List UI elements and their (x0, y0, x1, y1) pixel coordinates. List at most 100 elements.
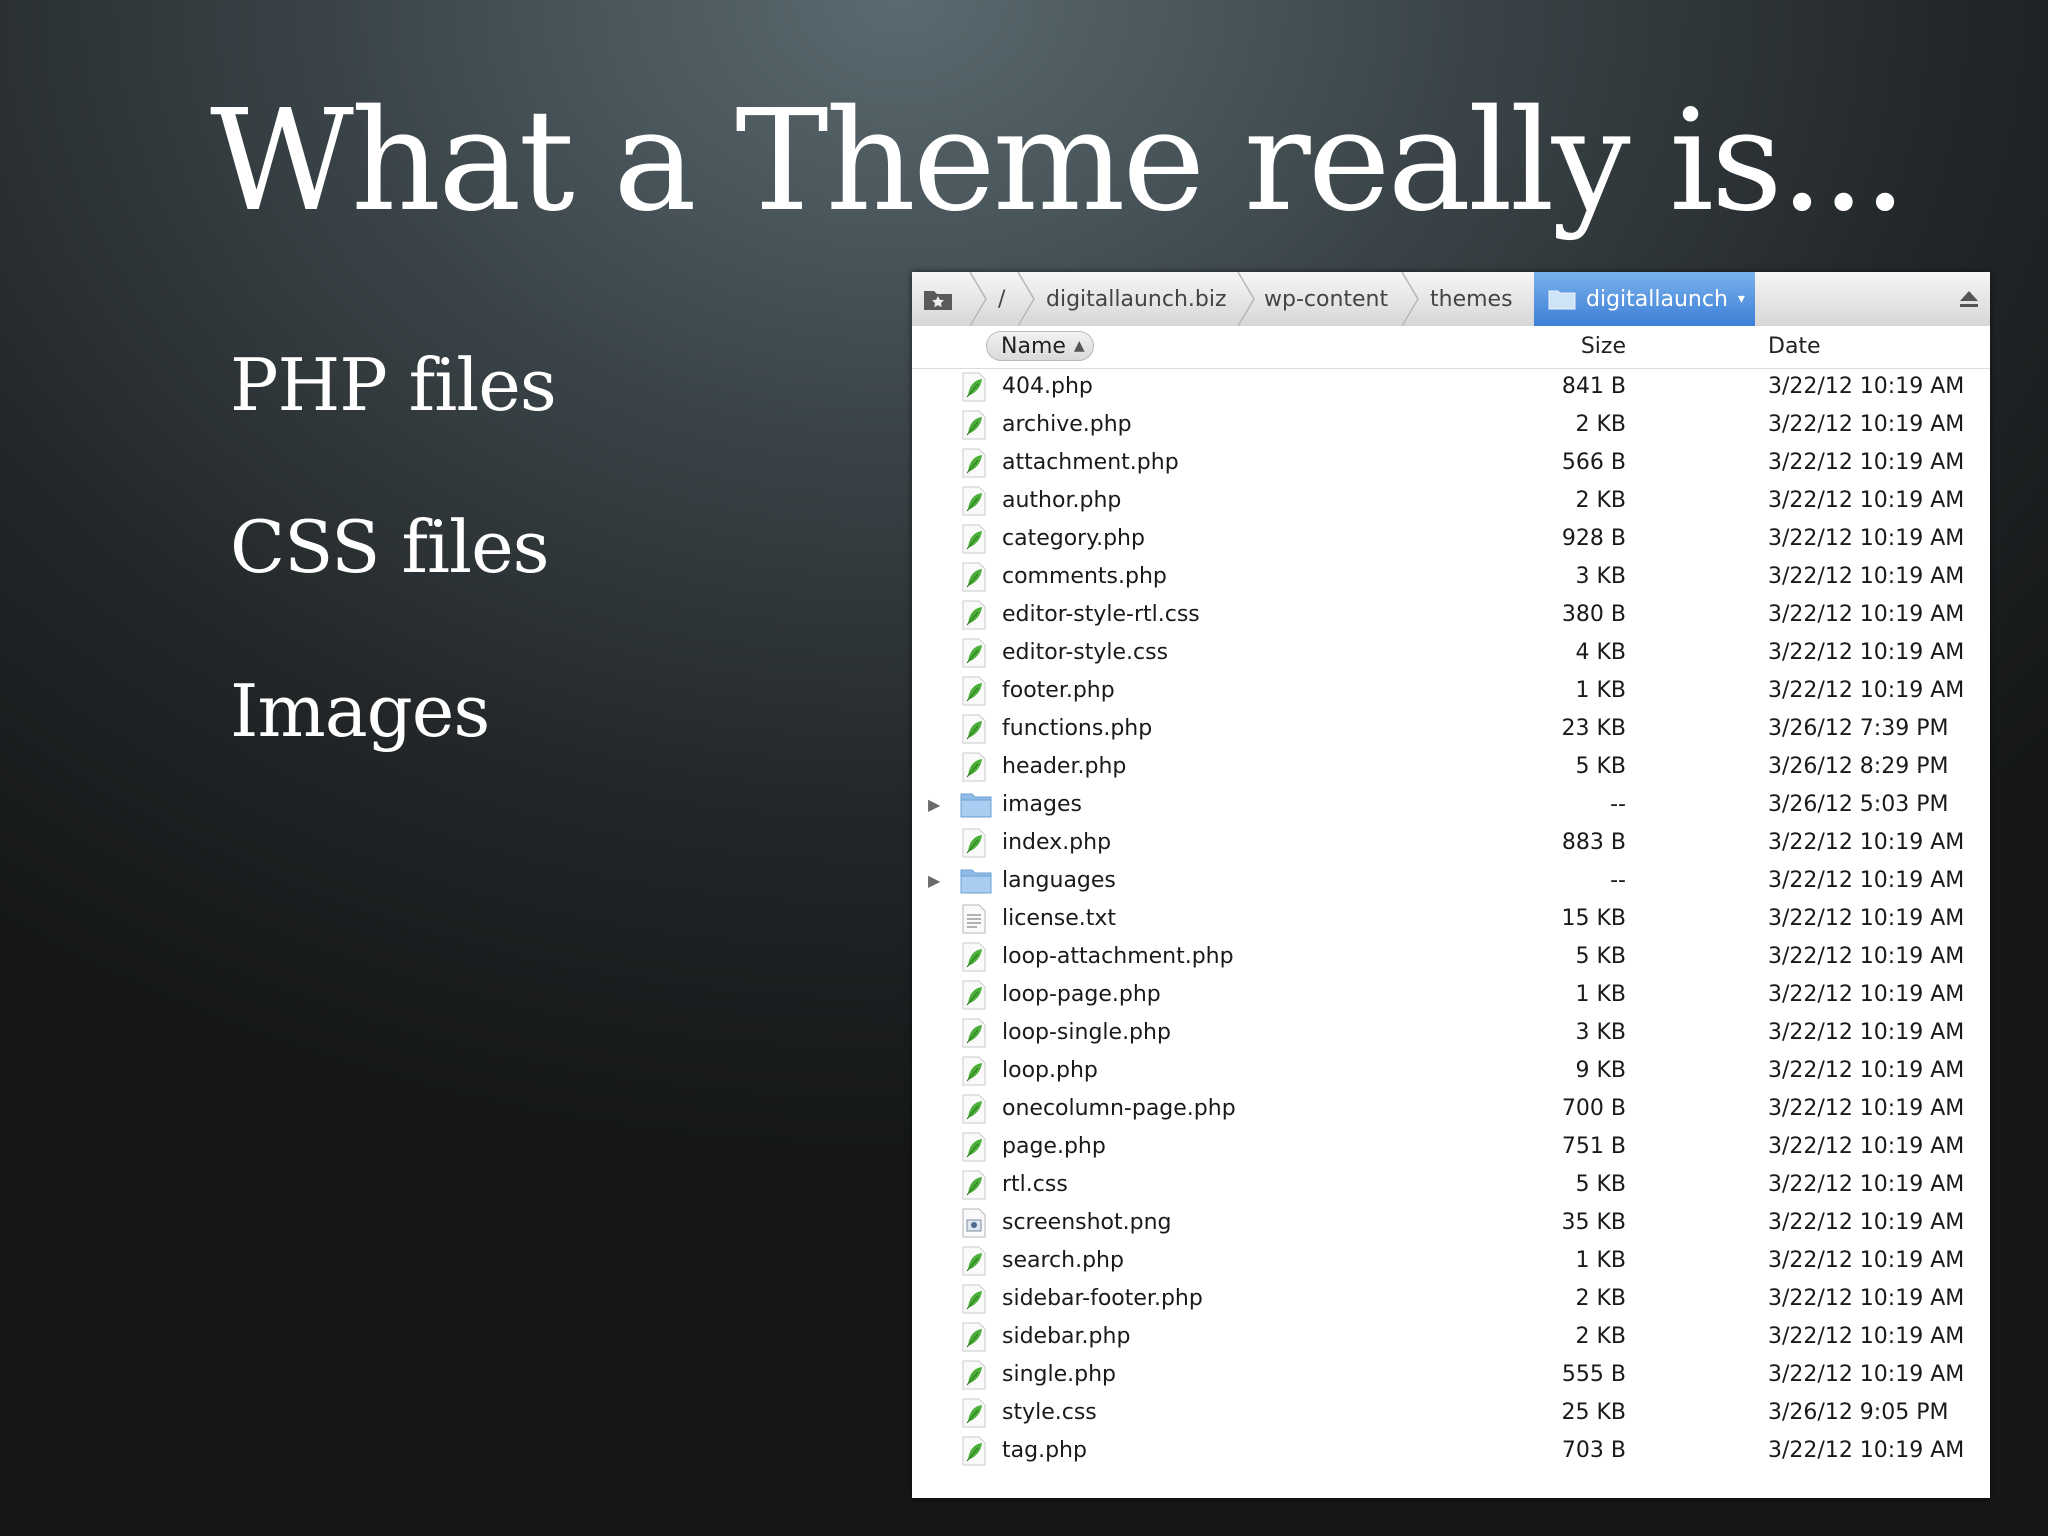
file-date: 3/22/12 10:19 AM (1768, 1438, 1965, 1463)
file-size: -- (1610, 792, 1626, 817)
file-size: 2 KB (1575, 412, 1626, 437)
file-row[interactable]: tag.php 703 B 3/22/12 10:19 AM (912, 1432, 1990, 1470)
file-row[interactable]: loop-single.php 3 KB 3/22/12 10:19 AM (912, 1014, 1990, 1052)
file-date: 3/22/12 10:19 AM (1768, 906, 1965, 931)
file-row[interactable]: loop.php 9 KB 3/22/12 10:19 AM (912, 1052, 1990, 1090)
disclosure-triangle-icon[interactable]: ▶ (928, 872, 946, 890)
file-row[interactable]: archive.php 2 KB 3/22/12 10:19 AM (912, 406, 1990, 444)
file-row[interactable]: single.php 555 B 3/22/12 10:19 AM (912, 1356, 1990, 1394)
file-size: 3 KB (1575, 1020, 1626, 1045)
php-file-icon (960, 524, 988, 554)
path-current-label: digitallaunch (1586, 286, 1728, 312)
file-date: 3/22/12 10:19 AM (1768, 602, 1965, 627)
column-name-label: Name (1001, 333, 1066, 359)
file-row[interactable]: comments.php 3 KB 3/22/12 10:19 AM (912, 558, 1990, 596)
php-file-icon (960, 1322, 988, 1352)
php-file-icon (960, 638, 988, 668)
file-row[interactable]: loop-attachment.php 5 KB 3/22/12 10:19 AM (912, 938, 1990, 976)
file-row[interactable]: style.css 25 KB 3/26/12 9:05 PM (912, 1394, 1990, 1432)
column-header: Name ▲ Size Date (912, 326, 1990, 369)
file-size: 883 B (1561, 830, 1626, 855)
file-row[interactable]: index.php 883 B 3/22/12 10:19 AM (912, 824, 1990, 862)
path-segment-root[interactable]: / (998, 272, 1005, 326)
file-name: header.php (1002, 754, 1127, 779)
file-row[interactable]: page.php 751 B 3/22/12 10:19 AM (912, 1128, 1990, 1166)
file-name: editor-style-rtl.css (1002, 602, 1200, 627)
path-segment-current[interactable]: digitallaunch ▾ (1534, 272, 1755, 326)
php-file-icon (960, 372, 988, 402)
php-file-icon (960, 1018, 988, 1048)
file-row[interactable]: sidebar-footer.php 2 KB 3/22/12 10:19 AM (912, 1280, 1990, 1318)
file-row[interactable]: ▶ languages -- 3/22/12 10:19 AM (912, 862, 1990, 900)
file-date: 3/22/12 10:19 AM (1768, 1020, 1965, 1045)
file-row[interactable]: 404.php 841 B 3/22/12 10:19 AM (912, 368, 1990, 406)
php-file-icon (960, 1436, 988, 1466)
folder-icon (960, 790, 992, 820)
file-date: 3/22/12 10:19 AM (1768, 1248, 1965, 1273)
file-name: author.php (1002, 488, 1122, 513)
favorites-button[interactable] (920, 284, 956, 314)
file-name: 404.php (1002, 374, 1093, 399)
file-name: loop.php (1002, 1058, 1098, 1083)
file-date: 3/22/12 10:19 AM (1768, 564, 1965, 589)
file-size: 9 KB (1575, 1058, 1626, 1083)
file-row[interactable]: editor-style.css 4 KB 3/22/12 10:19 AM (912, 634, 1990, 672)
path-segment-wp-content[interactable]: wp-content (1264, 272, 1388, 326)
file-row[interactable]: category.php 928 B 3/22/12 10:19 AM (912, 520, 1990, 558)
folder-icon (1548, 290, 1576, 310)
file-date: 3/22/12 10:19 AM (1768, 1210, 1965, 1235)
file-row[interactable]: screenshot.png 35 KB 3/22/12 10:19 AM (912, 1204, 1990, 1242)
file-row[interactable]: license.txt 15 KB 3/22/12 10:19 AM (912, 900, 1990, 938)
file-row[interactable]: onecolumn-page.php 700 B 3/22/12 10:19 AM (912, 1090, 1990, 1128)
column-size-header[interactable]: Size (1332, 334, 1626, 359)
file-browser: / digitallaunch.biz wp-content themes di… (912, 272, 1990, 1498)
file-name: editor-style.css (1002, 640, 1169, 665)
column-date-header[interactable]: Date (1768, 334, 1821, 359)
php-file-icon (960, 1246, 988, 1276)
file-date: 3/26/12 7:39 PM (1768, 716, 1949, 741)
file-row[interactable]: author.php 2 KB 3/22/12 10:19 AM (912, 482, 1990, 520)
file-row[interactable]: rtl.css 5 KB 3/22/12 10:19 AM (912, 1166, 1990, 1204)
file-row[interactable]: sidebar.php 2 KB 3/22/12 10:19 AM (912, 1318, 1990, 1356)
file-size: 25 KB (1561, 1400, 1626, 1425)
php-file-icon (960, 1170, 988, 1200)
file-size: 1 KB (1575, 1248, 1626, 1273)
file-row[interactable]: ▶ images -- 3/26/12 5:03 PM (912, 786, 1990, 824)
php-file-icon (960, 1360, 988, 1390)
path-bar: / digitallaunch.biz wp-content themes di… (912, 272, 1990, 327)
file-date: 3/22/12 10:19 AM (1768, 678, 1965, 703)
path-segment-domain[interactable]: digitallaunch.biz (1046, 272, 1227, 326)
file-date: 3/22/12 10:19 AM (1768, 374, 1965, 399)
file-size: 928 B (1561, 526, 1626, 551)
file-name: images (1002, 792, 1082, 817)
file-size: 3 KB (1575, 564, 1626, 589)
path-separator (1014, 272, 1038, 327)
file-name: rtl.css (1002, 1172, 1068, 1197)
file-size: 703 B (1561, 1438, 1626, 1463)
file-size: 2 KB (1575, 1324, 1626, 1349)
php-file-icon (960, 1284, 988, 1314)
php-file-icon (960, 752, 988, 782)
file-size: 4 KB (1575, 640, 1626, 665)
chevron-down-icon: ▾ (1737, 291, 1745, 307)
file-row[interactable]: footer.php 1 KB 3/22/12 10:19 AM (912, 672, 1990, 710)
file-date: 3/22/12 10:19 AM (1768, 868, 1965, 893)
file-row[interactable]: functions.php 23 KB 3/26/12 7:39 PM (912, 710, 1990, 748)
path-segment-themes[interactable]: themes (1430, 272, 1513, 326)
file-name: search.php (1002, 1248, 1124, 1273)
file-row[interactable]: attachment.php 566 B 3/22/12 10:19 AM (912, 444, 1990, 482)
file-size: 35 KB (1561, 1210, 1626, 1235)
file-date: 3/22/12 10:19 AM (1768, 944, 1965, 969)
eject-button[interactable] (1956, 286, 1982, 312)
disclosure-triangle-icon[interactable]: ▶ (928, 796, 946, 814)
file-name: languages (1002, 868, 1116, 893)
file-name: license.txt (1002, 906, 1117, 931)
file-row[interactable]: editor-style-rtl.css 380 B 3/22/12 10:19 A… (912, 596, 1990, 634)
column-name-header[interactable]: Name ▲ (986, 331, 1094, 361)
php-file-icon (960, 600, 988, 630)
file-size: 2 KB (1575, 488, 1626, 513)
file-row[interactable]: header.php 5 KB 3/26/12 8:29 PM (912, 748, 1990, 786)
file-name: sidebar.php (1002, 1324, 1131, 1349)
file-row[interactable]: search.php 1 KB 3/22/12 10:19 AM (912, 1242, 1990, 1280)
file-row[interactable]: loop-page.php 1 KB 3/22/12 10:19 AM (912, 976, 1990, 1014)
